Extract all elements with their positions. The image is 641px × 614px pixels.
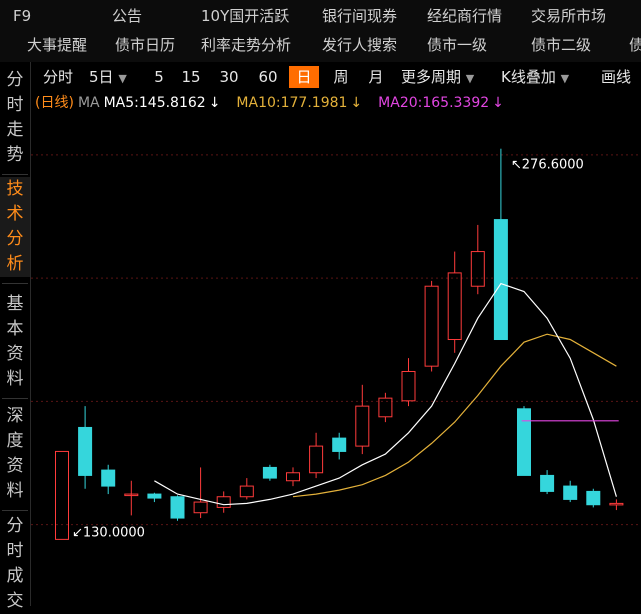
candle [563,485,578,500]
nav-overflow-item[interactable]: 债 [629,35,641,55]
candle [332,437,347,452]
candle [447,272,462,341]
kline-overlay-label: K线叠加 [501,68,556,86]
ma10-text: MA10:177.1981 [236,95,348,111]
candlestick-chart[interactable]: ↖276.6000 ↙130.0000 [31,113,641,606]
tab-in-depth-info[interactable]: 深 度 资 料 [0,404,30,504]
more-periods-dropdown[interactable]: 更多周期 ▼ [401,66,493,88]
ma5-value: MA5:145.8162 ↓ [104,95,229,111]
down-arrow-icon: ↓ [208,95,221,111]
high-price-label: ↖276.6000 [511,158,584,173]
nav-f9[interactable]: F9 [13,6,31,26]
sidebar-divider [2,398,28,399]
candle [55,450,69,540]
nav-rate-trend-analysis[interactable]: 利率走势分析 [201,35,291,55]
sidebar: 分 时 走 势 技 术 分 析 基 本 资 料 深 度 资 料 分 时 成 交 [0,62,30,611]
chevron-down-icon: ▼ [560,72,570,85]
tab-intraday-trend[interactable]: 分 时 走 势 [0,68,30,168]
period-monthly-button[interactable]: 月 [365,66,387,88]
down-arrow-icon: ↓ [492,95,504,111]
tab-technical-analysis[interactable]: 技 术 分 析 [0,177,30,277]
period-60min-button[interactable]: 60 [256,66,280,88]
period-5day-button[interactable]: 5日 ▼ [89,66,147,88]
ma20-text: MA20:165.3392 [378,95,490,111]
nav-announcements[interactable]: 公告 [112,6,142,26]
low-price-label: ↙130.0000 [72,525,145,540]
nav-bond-calendar[interactable]: 债市日历 [115,35,175,55]
candle [355,405,370,447]
candle [401,370,416,402]
candle [78,426,93,476]
period-toolbar: 分时 5日 ▼ 5 15 30 60 日 周 月 更多周期 ▼ K线叠加 ▼ 画… [31,64,641,90]
period-5min-button[interactable]: 5 [149,66,169,88]
period-5day-label: 5日 [89,68,114,86]
candle [216,496,231,508]
nav-primary-market[interactable]: 债市一级 [427,35,487,55]
ma10-value: MA10:177.1981 ↓ [236,95,370,111]
period-15min-button[interactable]: 15 [179,66,203,88]
ma-indicator-row: (日线) MA MA5:145.8162 ↓ MA10:177.1981 ↓ MA20:16… [35,93,520,113]
period-daily-button[interactable]: 日 [289,66,319,88]
nav-exchange-market[interactable]: 交易所市场 [531,6,606,26]
ma20-value: MA20:165.3392 ↓ [378,95,512,111]
nav-issuer-search[interactable]: 发行人搜索 [322,35,397,55]
period-weekly-button[interactable]: 周 [330,66,352,88]
candle [193,501,208,514]
candle [170,496,185,519]
nav-broker-quotes[interactable]: 经纪商行情 [427,6,502,26]
sidebar-divider [2,174,28,175]
period-intraday-button[interactable]: 分时 [39,66,77,88]
period-label: (日线) [35,95,74,111]
ma5-text: MA5:145.8162 [103,95,206,111]
candle [517,408,531,476]
candle [262,466,277,479]
tab-intraday-trades[interactable]: 分 时 成 交 [0,514,30,614]
draw-line-button[interactable]: 画线 [596,66,636,88]
chevron-down-icon: ▼ [465,72,475,85]
nav-interbank-bonds[interactable]: 银行间现券 [322,6,397,26]
candle [101,469,116,487]
candle [147,493,162,499]
candle [540,474,555,492]
period-30min-button[interactable]: 30 [217,66,241,88]
top-navigation: F9 公告 10Y国开活跃 银行间现券 经纪商行情 交易所市场 大事提醒 债市日… [0,0,641,62]
candle [239,485,254,498]
ma10-line [292,333,617,498]
candle [286,472,300,482]
candle [586,490,601,506]
candle [378,397,393,418]
down-arrow-icon: ↓ [350,95,363,111]
candle [309,445,324,474]
candle [424,285,439,367]
chevron-down-icon: ▼ [118,72,127,85]
candle [609,502,624,506]
ma-label: MA [77,95,100,111]
nav-10y-cdb-active[interactable]: 10Y国开活跃 [201,6,289,26]
sidebar-divider [2,283,28,284]
sidebar-divider [2,510,28,511]
nav-event-reminder[interactable]: 大事提醒 [27,35,87,55]
tab-basic-info[interactable]: 基 本 资 料 [0,292,30,392]
kline-overlay-dropdown[interactable]: K线叠加 ▼ [501,66,593,88]
nav-secondary-market[interactable]: 债市二级 [531,35,591,55]
candle [470,251,485,287]
more-periods-label: 更多周期 [401,68,462,86]
candle [493,219,508,341]
